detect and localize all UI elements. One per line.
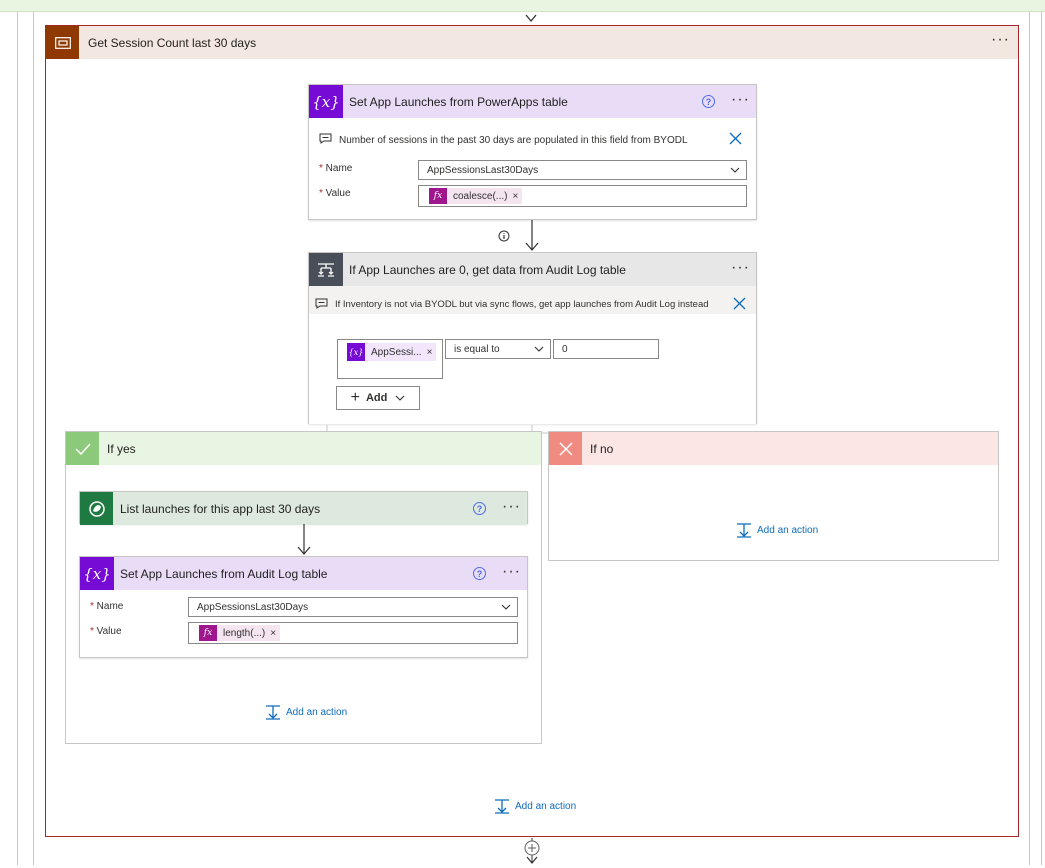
token-text: coalesce(...) xyxy=(453,190,508,202)
set-audit-title: Set App Launches from Audit Log table xyxy=(120,567,328,581)
add-action-icon xyxy=(737,523,751,538)
scope-get-session-count: Get Session Count last 30 days ··· {x} S… xyxy=(45,25,1019,837)
function-icon: fx xyxy=(199,625,217,641)
value-field[interactable]: fx length(...) × xyxy=(188,622,518,644)
chevron-down-icon xyxy=(730,167,740,173)
info-icon[interactable] xyxy=(498,230,510,242)
remove-token-icon[interactable]: × xyxy=(512,191,518,202)
variable-icon: {x} xyxy=(80,557,114,590)
close-icon xyxy=(549,432,582,465)
list-launches-header[interactable]: List launches for this app last 30 days … xyxy=(80,492,527,525)
comment-icon xyxy=(315,298,328,312)
close-comment-icon[interactable] xyxy=(733,297,746,313)
right-value: 0 xyxy=(562,343,568,355)
canvas-rail xyxy=(17,0,18,865)
help-icon[interactable]: ? xyxy=(473,567,486,580)
token-text: length(...) xyxy=(223,627,266,639)
set-powerapps-header[interactable]: {x} Set App Launches from PowerApps tabl… xyxy=(309,85,756,118)
comment-icon xyxy=(319,133,332,147)
scope-icon xyxy=(46,26,79,59)
condition-title: If App Launches are 0, get data from Aud… xyxy=(349,263,626,277)
connector-arrow xyxy=(296,524,312,556)
set-powerapps-more-icon[interactable]: ··· xyxy=(731,92,750,108)
operator-dropdown[interactable]: is equal to xyxy=(445,339,551,359)
add-action-icon xyxy=(266,705,280,720)
variable-token[interactable]: {x} AppSessi... × xyxy=(347,343,437,361)
add-action-label: Add an action xyxy=(757,525,819,536)
dataverse-icon xyxy=(80,492,113,525)
previous-action-bar[interactable] xyxy=(0,0,1045,12)
condition-right-operand[interactable]: 0 xyxy=(553,339,659,359)
value-field[interactable]: fx coalesce(...) × xyxy=(418,185,747,207)
chevron-down-icon xyxy=(534,346,544,352)
condition-comment: If Inventory is not via BYODL but via sy… xyxy=(335,299,709,310)
add-action-label: Add an action xyxy=(286,707,348,718)
name-label: * Name xyxy=(319,163,353,174)
expression-token[interactable]: fx length(...) × xyxy=(199,625,281,641)
value-label: * Value xyxy=(90,626,122,637)
check-icon xyxy=(66,432,99,465)
no-branch-header[interactable]: If no xyxy=(549,432,998,465)
yes-branch-title: If yes xyxy=(107,442,136,456)
scope-add-action-link[interactable]: Add an action xyxy=(494,799,576,814)
add-action-label: Add an action xyxy=(515,801,577,812)
close-comment-icon[interactable] xyxy=(729,132,742,148)
yes-add-action-link[interactable]: Add an action xyxy=(265,705,347,720)
help-icon[interactable]: ? xyxy=(702,95,715,108)
add-condition-button[interactable]: + Add xyxy=(336,386,420,410)
condition-header[interactable]: If App Launches are 0, get data from Aud… xyxy=(309,253,756,286)
chevron-down-icon xyxy=(501,604,511,610)
no-branch: If no Add an action xyxy=(548,431,999,561)
no-add-action-link[interactable]: Add an action xyxy=(736,523,818,538)
yes-branch: If yes List launches for this app last 3… xyxy=(65,431,542,744)
connector-arrow-top xyxy=(524,12,538,24)
name-dropdown[interactable]: AppSessionsLast30Days xyxy=(188,597,518,617)
help-icon[interactable]: ? xyxy=(473,502,486,515)
add-action-icon xyxy=(495,799,509,814)
expression-token[interactable]: fx coalesce(...) × xyxy=(429,188,523,204)
set-powerapps-title: Set App Launches from PowerApps table xyxy=(349,95,568,109)
name-value: AppSessionsLast30Days xyxy=(197,601,309,613)
name-value: AppSessionsLast30Days xyxy=(427,164,539,176)
set-audit-header[interactable]: {x} Set App Launches from Audit Log tabl… xyxy=(80,557,527,590)
yes-branch-header[interactable]: If yes xyxy=(66,432,541,465)
value-label: * Value xyxy=(319,188,351,199)
list-launches-more-icon[interactable]: ··· xyxy=(502,499,521,515)
scope-title: Get Session Count last 30 days xyxy=(88,36,257,50)
condition-left-operand[interactable]: {x} AppSessi... × xyxy=(337,339,443,379)
no-branch-title: If no xyxy=(590,442,614,456)
remove-token-icon[interactable]: × xyxy=(270,628,276,639)
connector-arrow xyxy=(524,220,540,252)
set-audit-more-icon[interactable]: ··· xyxy=(502,564,521,580)
remove-token-icon[interactable]: × xyxy=(427,347,433,358)
function-icon: fx xyxy=(429,188,447,204)
set-powerapps-comment: Number of sessions in the past 30 days a… xyxy=(339,135,688,146)
insert-step-connector[interactable] xyxy=(524,838,540,865)
scope-more-icon[interactable]: ··· xyxy=(991,32,1010,48)
condition-icon xyxy=(309,253,343,286)
chevron-down-icon xyxy=(395,395,405,401)
set-variable-audit-card: {x} Set App Launches from Audit Log tabl… xyxy=(79,556,528,658)
name-label: * Name xyxy=(90,601,124,612)
set-variable-powerapps-card: {x} Set App Launches from PowerApps tabl… xyxy=(308,84,757,220)
name-dropdown[interactable]: AppSessionsLast30Days xyxy=(418,160,747,180)
canvas-rail xyxy=(33,0,34,865)
canvas-rail xyxy=(1041,0,1042,865)
operator-value: is equal to xyxy=(454,343,500,355)
list-launches-title: List launches for this app last 30 days xyxy=(120,502,321,516)
plus-icon: + xyxy=(350,389,360,406)
add-label: Add xyxy=(365,392,388,404)
condition-more-icon[interactable]: ··· xyxy=(731,260,750,276)
scope-header[interactable]: Get Session Count last 30 days ··· xyxy=(46,26,1018,59)
variable-icon: {x} xyxy=(309,85,343,118)
token-text: AppSessi... xyxy=(371,346,422,358)
condition-card: If App Launches are 0, get data from Aud… xyxy=(308,252,757,424)
list-launches-card[interactable]: List launches for this app last 30 days … xyxy=(79,491,528,525)
canvas-rail xyxy=(1029,0,1030,865)
variable-icon: {x} xyxy=(347,343,365,361)
